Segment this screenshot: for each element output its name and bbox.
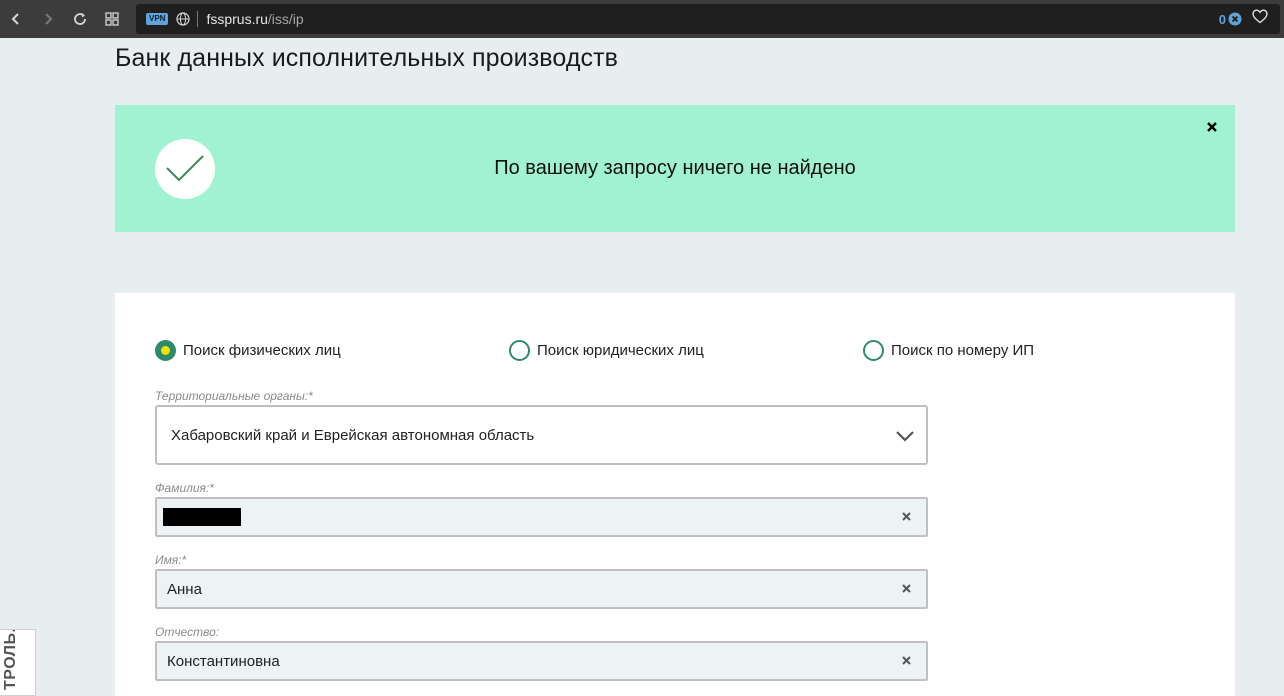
tab-legal-entities[interactable]: Поиск юридических лиц xyxy=(509,340,704,361)
search-type-group: Поиск физических лиц Поиск юридических л… xyxy=(155,340,1155,362)
speed-dial-button[interactable] xyxy=(96,0,128,38)
page-title: Банк данных исполнительных производств xyxy=(115,44,619,72)
last-name-label: Фамилия:* xyxy=(155,481,214,495)
url-host: fssprus.ru xyxy=(206,11,268,27)
first-name-field[interactable]: Анна xyxy=(155,569,928,609)
close-icon[interactable] xyxy=(1205,120,1219,134)
grid-icon xyxy=(105,12,119,26)
blocker-badge[interactable]: 0 xyxy=(1219,12,1242,27)
address-separator xyxy=(197,11,199,27)
patronymic-field[interactable]: Константиновна xyxy=(155,641,928,681)
patronymic-value: Константиновна xyxy=(167,652,280,670)
chevron-right-icon xyxy=(45,13,53,25)
clear-icon[interactable] xyxy=(901,583,912,594)
url-text[interactable]: fssprus.ru/iss/ip xyxy=(206,11,303,27)
tab-legal-entities-label: Поиск юридических лиц xyxy=(537,342,704,359)
first-name-value: Анна xyxy=(167,580,202,598)
shield-x-icon xyxy=(1228,12,1242,26)
region-label: Территориальные органы:* xyxy=(155,389,313,403)
search-form: Поиск физических лиц Поиск юридических л… xyxy=(115,293,1235,696)
result-alert: По вашему запросу ничего не найдено xyxy=(115,105,1235,232)
clear-icon[interactable] xyxy=(901,655,912,666)
tab-individuals[interactable]: Поиск физических лиц xyxy=(155,340,341,361)
patronymic-label: Отчество: xyxy=(155,625,220,639)
redacted-value xyxy=(163,508,241,526)
blocked-count: 0 xyxy=(1218,11,1226,27)
reload-button[interactable] xyxy=(64,0,96,38)
first-name-label: Имя:* xyxy=(155,553,187,567)
back-button[interactable] xyxy=(0,0,32,38)
tab-ip-number[interactable]: Поиск по номеру ИП xyxy=(863,340,1034,361)
side-tab-label: ТРОЛЬ. xyxy=(2,629,19,690)
last-name-field[interactable] xyxy=(155,497,928,537)
chevron-left-icon xyxy=(11,13,19,25)
bookmark-heart-icon[interactable] xyxy=(1252,9,1268,29)
radio-dot xyxy=(161,346,170,355)
reload-icon xyxy=(74,13,86,25)
radio-checked-icon[interactable] xyxy=(155,340,176,361)
region-select[interactable]: Хабаровский край и Еврейская автономная … xyxy=(155,405,928,465)
forward-button[interactable] xyxy=(32,0,64,38)
side-feedback-tab[interactable]: ТРОЛЬ. xyxy=(0,629,36,696)
radio-unchecked-icon[interactable] xyxy=(509,340,530,361)
chevron-down-icon[interactable] xyxy=(894,425,916,447)
vpn-badge[interactable]: VPN xyxy=(146,13,169,25)
url-path: /iss/ip xyxy=(267,11,304,27)
globe-icon[interactable] xyxy=(176,12,191,26)
browser-toolbar: VPN fssprus.ru/iss/ip 0 xyxy=(0,0,1284,38)
address-bar-actions: 0 xyxy=(1219,4,1268,34)
region-value: Хабаровский край и Еврейская автономная … xyxy=(171,426,535,444)
radio-unchecked-icon[interactable] xyxy=(863,340,884,361)
tab-ip-number-label: Поиск по номеру ИП xyxy=(891,342,1035,359)
alert-message: По вашему запросу ничего не найдено xyxy=(494,157,856,179)
clear-icon[interactable] xyxy=(901,511,912,522)
address-bar[interactable]: VPN fssprus.ru/iss/ip 0 xyxy=(136,4,1280,34)
tab-individuals-label: Поиск физических лиц xyxy=(183,342,341,359)
